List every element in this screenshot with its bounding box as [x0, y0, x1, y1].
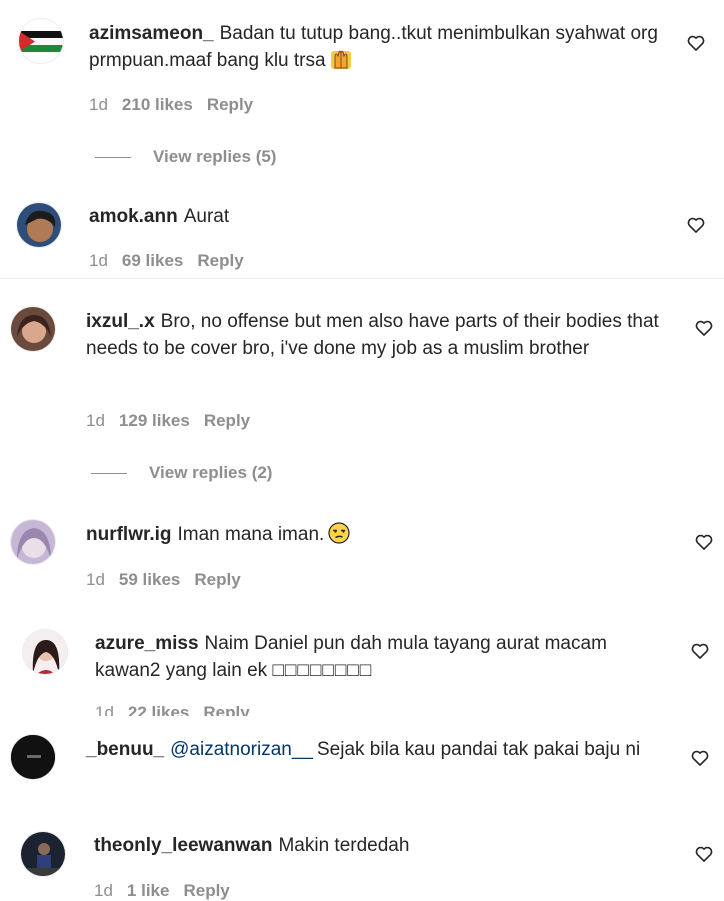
comment-body: Makin terdedah	[278, 835, 410, 856]
comment-text: azure_miss Naim Daniel pun dah mula tayan…	[95, 630, 665, 684]
unrendered-emoji-boxes: □□□□□□□□	[272, 660, 373, 681]
avatar[interactable]	[10, 734, 56, 780]
comment-meta: 1d 1 like Reply	[94, 881, 244, 901]
heart-icon[interactable]	[690, 641, 710, 661]
profile-photo	[23, 630, 67, 674]
comment: azure_miss Naim Daniel pun dah mula tayan…	[0, 0, 724, 716]
heart-icon[interactable]	[690, 748, 710, 768]
comment-likes[interactable]: 1 like	[127, 881, 170, 900]
avatar[interactable]	[20, 831, 66, 877]
comment-body: Sejak bila kau pandai tak pakai baju ni	[317, 739, 641, 760]
profile-photo	[11, 735, 55, 779]
heart-icon[interactable]	[694, 844, 714, 864]
reply-button[interactable]: Reply	[203, 703, 249, 716]
comment-username[interactable]: _benuu_	[86, 739, 164, 760]
profile-photo	[21, 832, 65, 876]
comment-username[interactable]: azure_miss	[95, 633, 199, 654]
avatar[interactable]	[22, 629, 68, 675]
reply-button[interactable]: Reply	[183, 881, 229, 900]
comment-meta: 1d 22 likes Reply	[95, 703, 264, 716]
comment-text: theonly_leewanwan Makin terdedah	[94, 832, 674, 859]
comment-time: 1d	[94, 881, 113, 900]
mention-link[interactable]: @aizatnorizan__	[170, 739, 313, 760]
comment-text: _benuu_ @aizatnorizan__ Sejak bila kau pan…	[86, 736, 676, 763]
comment-time: 1d	[95, 703, 114, 716]
comment-username[interactable]: theonly_leewanwan	[94, 835, 272, 856]
comment-likes[interactable]: 22 likes	[128, 703, 189, 716]
